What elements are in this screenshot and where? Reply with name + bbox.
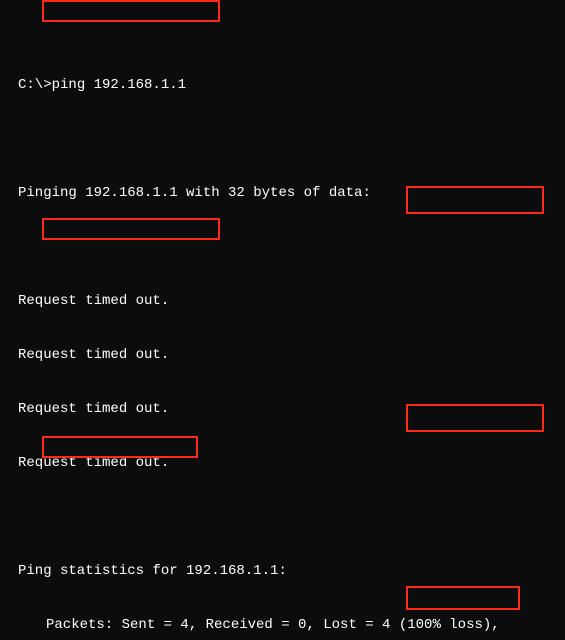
cmd-1: ping 192.168.1.1 (52, 77, 186, 93)
stats-line-1: Packets: Sent = 4, Received = 0, Lost = … (0, 616, 565, 634)
stats-title-1: Ping statistics for 192.168.1.1: (0, 562, 565, 580)
prompt-line-1[interactable]: C:\>ping 192.168.1.1 (0, 76, 565, 94)
highlight-box-cmd-1 (42, 0, 220, 22)
blank-line (0, 238, 565, 256)
highlight-box-cmd-2 (42, 218, 220, 240)
highlight-box-loss-3 (406, 586, 520, 610)
ping-header-1: Pinging 192.168.1.1 with 32 bytes of dat… (0, 184, 565, 202)
prompt: C:\> (18, 77, 52, 93)
reply-1-4: Request timed out. (0, 454, 565, 472)
blank-line (0, 130, 565, 148)
reply-1-3: Request timed out. (0, 400, 565, 418)
terminal-output: C:\>ping 192.168.1.1 Pinging 192.168.1.1… (0, 0, 565, 640)
blank-line (0, 508, 565, 526)
reply-1-2: Request timed out. (0, 346, 565, 364)
reply-1-1: Request timed out. (0, 292, 565, 310)
